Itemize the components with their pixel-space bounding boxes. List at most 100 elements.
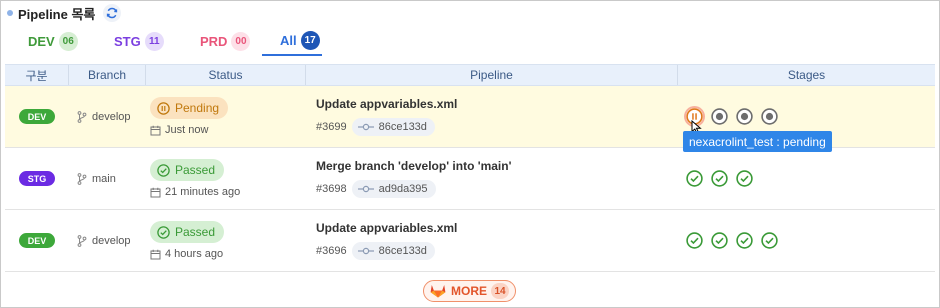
page-title: Pipeline 목록 xyxy=(18,6,96,22)
tab-label: PRD xyxy=(200,33,228,49)
env-cell: DEV xyxy=(5,86,69,147)
status-label: Passed xyxy=(175,163,216,177)
branch-name: develop xyxy=(92,234,131,247)
time-text: 4 hours ago xyxy=(165,248,224,260)
branch: develop xyxy=(69,235,131,247)
check-circle-icon xyxy=(157,225,170,239)
stage-passed-icon[interactable] xyxy=(686,232,703,249)
refresh-button[interactable] xyxy=(103,4,122,22)
check-circle-icon xyxy=(157,163,170,177)
tab-prd[interactable]: PRD 00 xyxy=(182,26,262,56)
pipeline-title[interactable]: Update appvariables.xml xyxy=(316,97,457,111)
env-tabs: DEV 06 STG 11 PRD 00 All 17 xyxy=(14,26,322,56)
status-time: 21 minutes ago xyxy=(150,186,240,198)
more-label: MORE xyxy=(451,284,487,298)
pipeline-table: 구분 Branch Status Pipeline Stages DEV dev… xyxy=(5,64,935,272)
stage-passed-icon[interactable] xyxy=(761,232,778,249)
tab-dev[interactable]: DEV 06 xyxy=(14,26,98,56)
tab-stg[interactable]: STG 11 xyxy=(98,26,182,56)
stages-cell xyxy=(678,148,935,209)
stages-cell xyxy=(678,210,935,271)
tab-label: All xyxy=(280,32,297,48)
table-row[interactable]: DEV develop Passed 4 hours ago Update ap… xyxy=(5,210,935,272)
column-header-env[interactable]: 구분 xyxy=(5,65,69,85)
status-label: Pending xyxy=(175,101,220,115)
stage-tooltip: nexacrolint_test : pending xyxy=(683,131,832,152)
branch-icon xyxy=(77,110,87,123)
tab-label: STG xyxy=(114,33,141,49)
stage-passed-icon[interactable] xyxy=(736,232,753,249)
commit-icon xyxy=(357,123,374,131)
branch-name: main xyxy=(92,172,116,185)
bullet-dot-icon xyxy=(7,10,13,16)
tab-all[interactable]: All 17 xyxy=(262,26,322,56)
stage-passed-icon[interactable] xyxy=(686,170,703,187)
status-badge[interactable]: Passed xyxy=(150,221,225,243)
calendar-icon xyxy=(150,187,161,197)
commit-chip[interactable]: ad9da395 xyxy=(351,180,436,198)
status-badge[interactable]: Passed xyxy=(150,159,225,181)
pipeline-title[interactable]: Merge branch 'develop' into 'main' xyxy=(316,159,511,173)
commit-icon xyxy=(357,247,374,255)
status-cell: Passed 4 hours ago xyxy=(146,210,306,271)
column-header-status[interactable]: Status xyxy=(146,65,306,85)
calendar-icon xyxy=(150,249,161,259)
column-header-branch[interactable]: Branch xyxy=(69,65,146,85)
pipeline-cell: Merge branch 'develop' into 'main' #3698… xyxy=(306,148,678,209)
stage-created-icon[interactable] xyxy=(736,108,753,125)
more-count-badge: 14 xyxy=(491,283,509,299)
refresh-icon xyxy=(107,7,118,19)
branch: develop xyxy=(69,111,131,123)
time-text: 21 minutes ago xyxy=(165,186,241,198)
pipeline-title[interactable]: Update appvariables.xml xyxy=(316,221,457,235)
env-badge: DEV xyxy=(19,109,55,124)
pipeline-id[interactable]: #3699 xyxy=(316,121,347,133)
panel-header: Pipeline 목록 xyxy=(7,4,122,22)
table-row[interactable]: STG main Passed 21 minutes ago Merge bra… xyxy=(5,148,935,210)
pipeline-cell: Update appvariables.xml #3699 86ce133d xyxy=(306,86,678,147)
stage-created-icon[interactable] xyxy=(761,108,778,125)
env-badge: STG xyxy=(19,171,55,186)
status-label: Passed xyxy=(175,225,216,239)
gitlab-icon xyxy=(430,285,446,298)
commit-hash: 86ce133d xyxy=(378,245,427,257)
pipeline-meta: #3698 ad9da395 xyxy=(316,180,436,198)
tab-count-badge: 00 xyxy=(231,31,251,51)
branch-icon xyxy=(77,172,87,185)
pipeline-meta: #3696 86ce133d xyxy=(316,242,435,260)
status-time: Just now xyxy=(150,124,208,136)
pipeline-cell: Update appvariables.xml #3696 86ce133d xyxy=(306,210,678,271)
commit-icon xyxy=(357,185,374,193)
env-badge: DEV xyxy=(19,233,55,248)
more-button[interactable]: MORE 14 xyxy=(423,280,516,302)
commit-hash: ad9da395 xyxy=(378,183,428,195)
branch-icon xyxy=(77,234,87,247)
pipeline-id[interactable]: #3696 xyxy=(316,245,347,257)
env-cell: STG xyxy=(5,148,69,209)
tab-label: DEV xyxy=(28,33,55,49)
stage-passed-icon[interactable] xyxy=(711,170,728,187)
stage-passed-icon[interactable] xyxy=(736,170,753,187)
calendar-icon xyxy=(150,125,161,135)
time-text: Just now xyxy=(165,124,209,136)
branch-name: develop xyxy=(92,110,131,123)
stage-passed-icon[interactable] xyxy=(711,232,728,249)
branch: main xyxy=(69,173,116,185)
stage-created-icon[interactable] xyxy=(711,108,728,125)
tab-count-badge: 11 xyxy=(144,31,164,51)
env-cell: DEV xyxy=(5,210,69,271)
branch-cell: develop xyxy=(69,86,146,147)
pipeline-id[interactable]: #3698 xyxy=(316,183,347,195)
commit-chip[interactable]: 86ce133d xyxy=(351,242,435,260)
status-cell: Pending Just now xyxy=(146,86,306,147)
column-header-pipeline[interactable]: Pipeline xyxy=(306,65,678,85)
commit-chip[interactable]: 86ce133d xyxy=(351,118,435,136)
branch-cell: develop xyxy=(69,210,146,271)
tab-count-badge: 06 xyxy=(58,31,78,51)
pause-circle-icon xyxy=(157,101,170,115)
tab-count-badge: 17 xyxy=(300,30,320,50)
status-badge[interactable]: Pending xyxy=(150,97,229,119)
pipeline-meta: #3699 86ce133d xyxy=(316,118,435,136)
column-header-stages[interactable]: Stages xyxy=(678,65,935,85)
commit-hash: 86ce133d xyxy=(378,121,427,133)
